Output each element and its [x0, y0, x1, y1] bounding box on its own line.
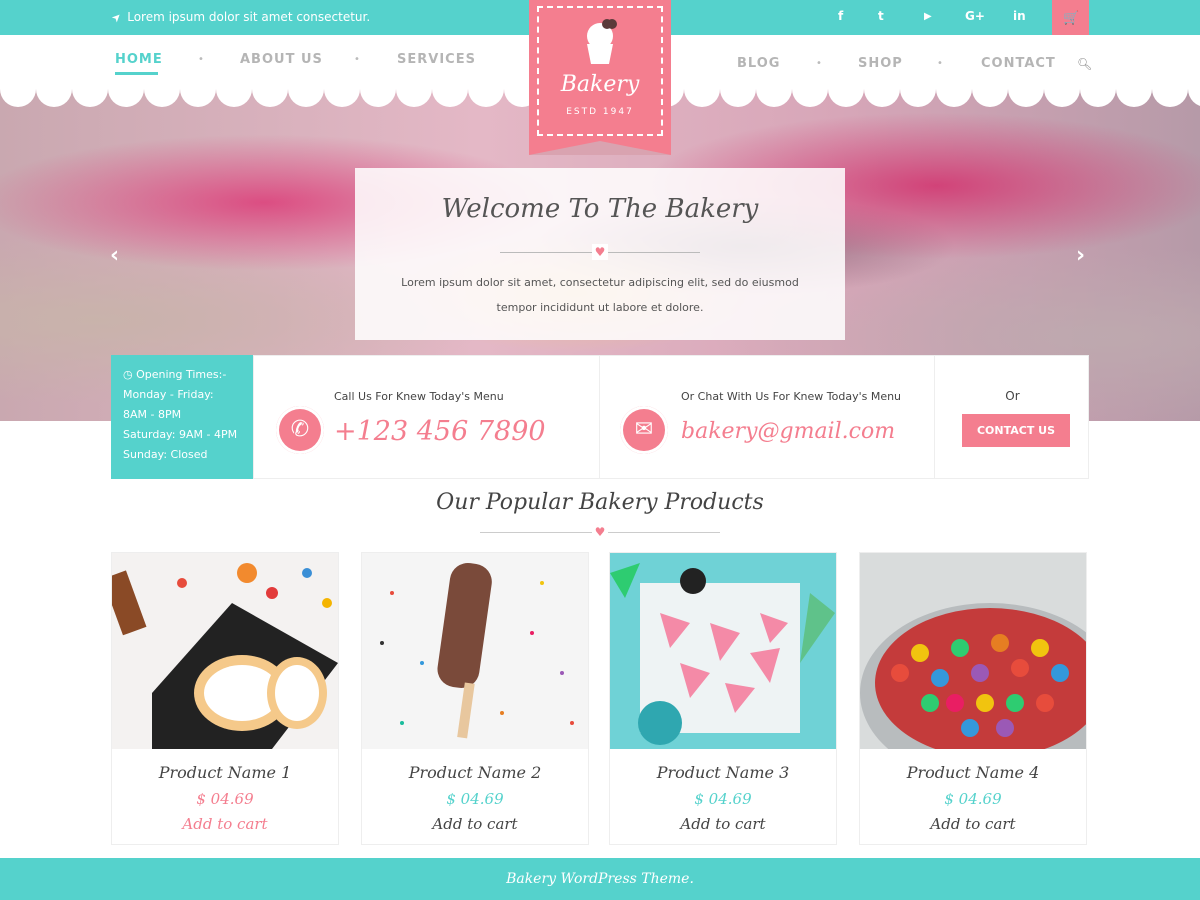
nav-separator: •	[354, 54, 360, 65]
product-image-ice-cream[interactable]	[362, 553, 588, 749]
add-to-cart-link[interactable]: Add to cart	[860, 815, 1086, 833]
clock-icon: ◷	[123, 368, 137, 381]
contact-or: Or	[1005, 389, 1020, 403]
search-icon[interactable]: 🔍︎	[1077, 57, 1092, 71]
add-to-cart-link[interactable]: Add to cart	[362, 815, 588, 833]
facebook-icon[interactable]: f	[838, 9, 843, 23]
envelope-icon: ✉	[620, 406, 668, 454]
products-section-title: Our Popular Bakery Products	[436, 490, 764, 515]
product-name[interactable]: Product Name 4	[860, 763, 1086, 782]
hero-caption: Welcome To The Bakery ♥ Lorem ipsum dolo…	[355, 168, 845, 340]
logo-estd: ESTD 1947	[566, 107, 634, 117]
slider-next-arrow-icon[interactable]: ›	[1076, 243, 1085, 268]
hours-line: Sunday: Closed	[123, 448, 208, 461]
chat-box: ✉ Or Chat With Us For Knew Today's Menu …	[599, 355, 935, 479]
product-price: $ 04.69	[196, 790, 254, 808]
cupcake-icon: ♥	[592, 524, 608, 540]
nav-blog[interactable]: BLOG	[737, 56, 780, 71]
google-plus-icon[interactable]: G+	[965, 9, 985, 23]
top-note-text: Lorem ipsum dolor sit amet consectetur.	[127, 10, 371, 24]
phone-icon: ✆	[276, 406, 324, 454]
footer: Bakery WordPress Theme.	[0, 858, 1200, 900]
linkedin-icon[interactable]: in	[1013, 9, 1026, 23]
nav-contact[interactable]: CONTACT	[981, 56, 1056, 71]
chat-label: Or Chat With Us For Knew Today's Menu	[681, 390, 902, 403]
product-card[interactable]: Product Name 4 $ 04.69 Add to cart	[859, 552, 1087, 845]
product-price: $ 04.69	[694, 790, 752, 808]
twitter-icon[interactable]: t	[878, 9, 884, 23]
product-name[interactable]: Product Name 3	[610, 763, 836, 782]
email-address[interactable]: bakery@gmail.com	[681, 419, 895, 444]
location-arrow-icon: ➤	[108, 9, 125, 26]
product-price: $ 04.69	[446, 790, 504, 808]
logo-badge[interactable]: Bakery ESTD 1947	[529, 0, 671, 155]
nav-home[interactable]: HOME	[115, 52, 163, 67]
product-price: $ 04.69	[944, 790, 1002, 808]
nav-shop[interactable]: SHOP	[858, 56, 903, 71]
product-name[interactable]: Product Name 1	[112, 763, 338, 782]
add-to-cart-link[interactable]: Add to cart	[112, 815, 338, 833]
product-card[interactable]: Product Name 3 $ 04.69 Add to cart	[609, 552, 837, 845]
nav-separator: •	[816, 58, 822, 69]
phone-number[interactable]: +123 456 7890	[334, 416, 546, 447]
opening-times-box: ◷ Opening Times:- Monday - Friday: 8AM -…	[111, 355, 253, 479]
nav-separator: •	[198, 54, 204, 65]
logo-ribbon-notch	[529, 141, 671, 155]
nav-separator: •	[937, 58, 943, 69]
logo-title: Bakery	[560, 72, 640, 97]
hours-line: Monday - Friday:	[123, 388, 214, 401]
contact-box: Or CONTACT US	[934, 355, 1089, 479]
call-box: ✆ Call Us For Knew Today's Menu +123 456…	[253, 355, 600, 479]
cupcake-icon	[587, 19, 617, 64]
hero-heading: Welcome To The Bakery	[441, 194, 759, 224]
nav-services[interactable]: SERVICES	[397, 52, 476, 67]
contact-us-button[interactable]: CONTACT US	[962, 414, 1070, 447]
cupcake-icon: ♥	[592, 244, 608, 260]
product-image-party-treats[interactable]	[610, 553, 836, 749]
slider-prev-arrow-icon[interactable]: ‹	[110, 243, 119, 268]
nav-active-underline	[115, 72, 158, 75]
product-image-donuts[interactable]	[112, 553, 338, 749]
hours-line: Saturday: 9AM - 4PM	[123, 428, 238, 441]
hero-text: Lorem ipsum dolor sit amet, consectetur …	[401, 276, 799, 314]
product-name[interactable]: Product Name 2	[362, 763, 588, 782]
product-image-candies[interactable]	[860, 553, 1086, 749]
hours-line: 8AM - 8PM	[123, 408, 182, 421]
add-to-cart-link[interactable]: Add to cart	[610, 815, 836, 833]
top-note: ➤ Lorem ipsum dolor sit amet consectetur.	[108, 9, 371, 26]
shopping-cart-icon: 🛒	[1063, 11, 1080, 26]
youtube-icon[interactable]: ▶	[924, 11, 932, 22]
product-card[interactable]: Product Name 2 $ 04.69 Add to cart	[361, 552, 589, 845]
nav-about-us[interactable]: ABOUT US	[240, 52, 323, 67]
call-label: Call Us For Knew Today's Menu	[334, 390, 504, 403]
opening-times-title: Opening Times:-	[136, 368, 227, 381]
product-card[interactable]: Product Name 1 $ 04.69 Add to cart	[111, 552, 339, 845]
